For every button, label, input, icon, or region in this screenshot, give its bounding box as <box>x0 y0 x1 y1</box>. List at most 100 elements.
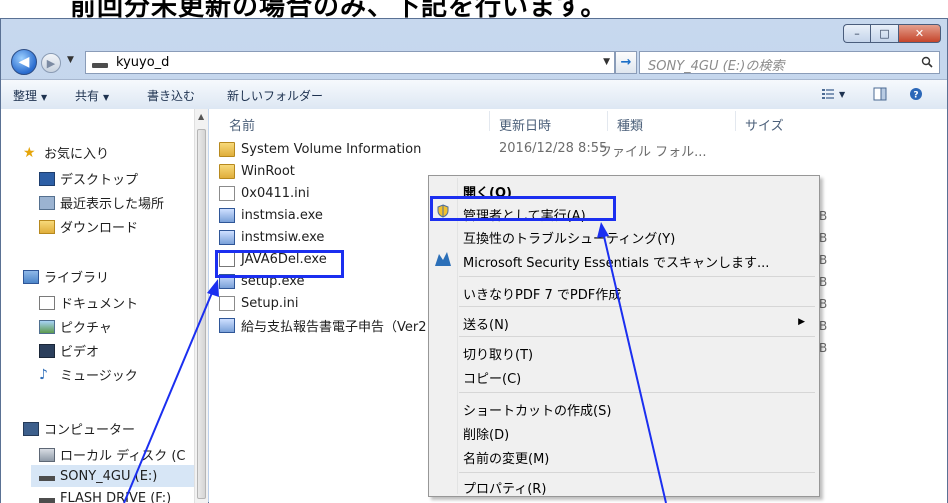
size-cell: B <box>819 253 828 267</box>
banner-text: 前回分未更新の場合のみ、下記を行います。 <box>70 0 608 18</box>
star-icon: ★ <box>23 144 36 161</box>
recent-pages-dropdown[interactable]: ▼ <box>67 55 74 65</box>
flash-drive-item[interactable]: FLASH DRIVE (F:) <box>39 491 171 503</box>
column-divider[interactable] <box>735 111 736 131</box>
help-icon[interactable]: ? <box>909 87 923 101</box>
menu-rename[interactable]: 名前の変更(M) <box>463 448 549 467</box>
ini-file-icon <box>219 295 235 311</box>
type-cell: ファイル フォル... <box>599 145 707 160</box>
navigation-pane: ★ お気に入り デスクトップ 最近表示した場所 ダウンロード ライブラリ ドキュメ… <box>1 109 206 503</box>
videos-item[interactable]: ビデオ <box>39 341 99 360</box>
installer-icon <box>219 207 235 223</box>
recent-places-item[interactable]: 最近表示した場所 <box>39 193 164 212</box>
library-icon <box>23 269 39 284</box>
application-icon <box>219 317 235 333</box>
menu-pdf[interactable]: いきなりPDF 7 でPDF作成 <box>463 284 621 303</box>
scroll-up-icon[interactable]: ▲ <box>198 112 204 121</box>
menu-gutter <box>457 178 458 494</box>
minimize-button[interactable]: – <box>843 24 870 43</box>
file-row[interactable]: Setup.ini <box>219 293 298 313</box>
file-row[interactable]: 0x0411.ini <box>219 183 310 203</box>
local-disk-icon <box>39 447 55 462</box>
preview-pane-icon[interactable] <box>873 87 887 101</box>
maximize-button[interactable]: □ <box>870 24 898 43</box>
menu-mse-scan[interactable]: Microsoft Security Essentials でスキャンします..… <box>463 252 769 271</box>
size-cell: B <box>819 297 828 311</box>
column-size[interactable]: サイズ <box>745 115 784 134</box>
address-dropdown[interactable]: ▼ <box>603 57 610 67</box>
caption-buttons: – □ ✕ <box>843 24 941 43</box>
burn-button[interactable]: 書き込む <box>147 87 195 104</box>
search-placeholder: SONY_4GU (E:)の検索 <box>648 59 785 74</box>
folder-icon <box>219 163 235 179</box>
file-row[interactable]: WinRoot <box>219 161 295 181</box>
computer-item[interactable]: コンピューター <box>23 419 135 438</box>
file-row[interactable]: System Volume Information <box>219 139 421 159</box>
documents-icon <box>39 295 55 310</box>
address-bar[interactable]: kyuyo_d ▼ <box>85 51 615 74</box>
file-row[interactable]: instmsia.exe <box>219 205 323 225</box>
back-button[interactable]: ◀ <box>11 49 37 75</box>
menu-separator <box>459 472 815 473</box>
view-options-icon[interactable] <box>821 87 835 101</box>
computer-icon <box>23 421 39 436</box>
pictures-item[interactable]: ピクチャ <box>39 317 112 336</box>
close-button[interactable]: ✕ <box>898 24 941 43</box>
navigation-bar: ◀ ▶ ▼ kyuyo_d ▼ → SONY_4GU (E:)の検索 <box>1 47 947 77</box>
menu-separator <box>459 306 815 307</box>
menu-create-shortcut[interactable]: ショートカットの作成(S) <box>463 400 611 419</box>
videos-icon <box>39 343 55 358</box>
file-row[interactable]: 給与支払報告書電子申告（Ver2 <box>219 315 427 335</box>
menu-separator <box>459 392 815 393</box>
column-type[interactable]: 種類 <box>617 115 643 134</box>
library-item[interactable]: ライブラリ <box>23 267 109 286</box>
column-name[interactable]: 名前 <box>229 115 255 134</box>
menu-separator <box>459 276 815 277</box>
drive-icon <box>92 63 108 68</box>
share-menu[interactable]: 共有 ▼ <box>75 87 109 104</box>
nav-pane-scrollbar[interactable]: ▲ <box>194 109 208 503</box>
music-icon: ♪ <box>39 366 48 383</box>
music-item[interactable]: ♪ ミュージック <box>39 365 138 385</box>
installer-icon <box>219 229 235 245</box>
run-as-admin-highlight <box>430 196 616 221</box>
menu-separator <box>459 336 815 337</box>
menu-send-to[interactable]: 送る(N) <box>463 314 509 333</box>
column-divider[interactable] <box>489 111 490 131</box>
view-dropdown-icon[interactable]: ▼ <box>839 90 845 99</box>
organize-menu[interactable]: 整理 ▼ <box>13 87 47 104</box>
desktop-icon <box>39 171 55 186</box>
favorites-item[interactable]: ★ お気に入り <box>23 143 109 163</box>
instruction-banner: 前回分未更新の場合のみ、下記を行います。 <box>0 0 948 18</box>
menu-properties[interactable]: プロパティ(R) <box>463 478 546 497</box>
size-cell: B <box>819 275 828 289</box>
menu-delete[interactable]: 削除(D) <box>463 424 509 443</box>
search-icon[interactable] <box>921 56 933 68</box>
chevron-down-icon: ▼ <box>103 93 110 102</box>
pictures-icon <box>39 319 55 334</box>
search-box[interactable]: SONY_4GU (E:)の検索 <box>639 51 940 74</box>
desktop-item[interactable]: デスクトップ <box>39 169 138 188</box>
downloads-item[interactable]: ダウンロード <box>39 217 138 236</box>
go-button[interactable]: → <box>615 51 637 74</box>
size-cell: B <box>819 341 828 355</box>
menu-copy[interactable]: コピー(C) <box>463 368 521 387</box>
submenu-arrow-icon: ▶ <box>798 317 805 327</box>
security-essentials-icon <box>435 252 451 266</box>
file-row[interactable]: instmsiw.exe <box>219 227 324 247</box>
forward-button[interactable]: ▶ <box>41 53 61 73</box>
sony-drive-item[interactable]: SONY_4GU (E:) <box>31 465 205 487</box>
local-disk-item[interactable]: ローカル ディスク (C <box>39 445 186 464</box>
scroll-thumb[interactable] <box>197 129 206 499</box>
column-divider[interactable] <box>607 111 608 131</box>
usb-drive-icon <box>39 498 55 503</box>
size-cell: B <box>819 231 828 245</box>
menu-troubleshoot[interactable]: 互換性のトラブルシューティング(Y) <box>463 228 675 247</box>
new-folder-button[interactable]: 新しいフォルダー <box>227 87 323 104</box>
menu-cut[interactable]: 切り取り(T) <box>463 344 533 363</box>
column-date[interactable]: 更新日時 <box>499 115 551 134</box>
documents-item[interactable]: ドキュメント <box>39 293 138 312</box>
size-cell: B <box>819 319 828 333</box>
address-path: kyuyo_d <box>116 55 170 70</box>
command-bar: 整理 ▼ 共有 ▼ 書き込む 新しいフォルダー ▼ ? <box>1 79 947 109</box>
